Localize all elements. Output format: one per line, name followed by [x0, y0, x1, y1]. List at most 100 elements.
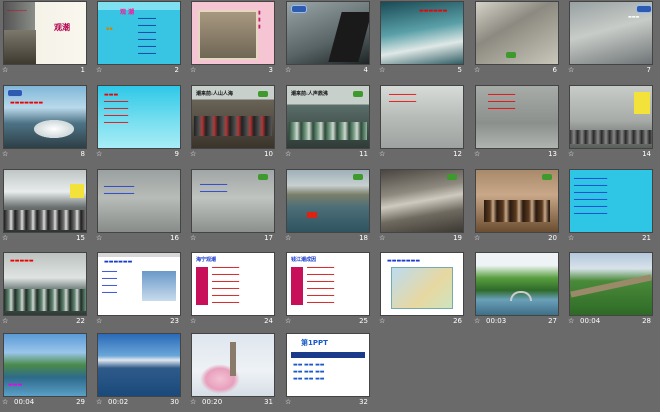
slide-preview — [286, 1, 370, 65]
slide-thumbnail-2[interactable]: 观 潮 ━━━━━━ ━━━━━━ ━━━━━━ ━━━━━━ ━━━━━━ ━━━━━━… — [94, 0, 182, 80]
slide-preview: ━━━━━━━━━━ ━━━━━━━━━━ — [97, 169, 181, 233]
slide-thumbnail-24[interactable]: 海宁观潮 ━━━━━━━━━ ━━━━━━━━━ ━━━━━━━━━ ━━━━━━━━… — [188, 251, 276, 331]
slide-thumbnail-26[interactable]: ▬▬▬▬▬▬▬ ☆ 26 — [377, 251, 465, 331]
slide-number: 16 — [170, 234, 179, 242]
slide-thumbnail-10[interactable]: 潮来前:人山人海 ☆ 10 — [188, 84, 276, 164]
slide-transition-icon: ☆ — [2, 317, 9, 325]
slide-thumbnail-7[interactable]: ▬▬▬ ☆ 7 — [566, 0, 654, 80]
slide-transition-icon: ☆ — [379, 234, 386, 242]
slide-number: 4 — [363, 66, 368, 74]
slide-thumbnail-28[interactable]: ☆ 00:04 28 — [566, 251, 654, 331]
slide-preview: ━━━━━━━━━ ━━━━━━━━━ — [191, 169, 275, 233]
slide-thumbnail-5[interactable]: ▬▬▬▬▬▬ ☆ 5 — [377, 0, 465, 80]
slide-transition-icon: ☆ — [285, 150, 292, 158]
slide-transition-icon: ☆ — [2, 150, 9, 158]
slide-preview: ▬▬▬▬▬▬ ━━━━━ ━━━━━ ━━━━━ ━━━━━ — [97, 252, 181, 316]
slide-transition-icon: ☆ — [379, 66, 386, 74]
slide-number: 1 — [80, 66, 85, 74]
slide-preview — [380, 169, 464, 233]
slide-preview: 观潮 ～～～～～ — [3, 1, 87, 65]
slide-number: 2 — [174, 66, 179, 74]
slide-transition-icon: ☆ — [2, 234, 9, 242]
slide-title: 第1PPT — [301, 339, 328, 347]
slide-transition-icon: ☆ — [379, 150, 386, 158]
slide-thumbnail-15[interactable]: ☆ 15 — [0, 168, 88, 248]
slide-thumbnail-25[interactable]: 钱江潮成因 ━━━━━━━━━ ━━━━━━━━━ ━━━━━━━━━ ━━━━━━━… — [283, 251, 371, 331]
slide-transition-icon: ☆ — [474, 150, 481, 158]
slide-preview — [97, 333, 181, 397]
slide-preview — [475, 169, 559, 233]
slide-preview: 钱江潮成因 ━━━━━━━━━ ━━━━━━━━━ ━━━━━━━━━ ━━━━━━━… — [286, 252, 370, 316]
slide-thumbnail-22[interactable]: ▬▬▬▬▬ ☆ 22 — [0, 251, 88, 331]
slide-transition-icon: ☆ — [474, 66, 481, 74]
slide-number: 27 — [548, 317, 557, 325]
slide-thumbnail-1[interactable]: 观潮 ～～～～～ ☆ 1 — [0, 0, 88, 80]
slide-transition-icon: ☆ — [2, 66, 9, 74]
slide-preview: ▬▬▬ ━━━━━━━━ ━━━━━━━━ ━━━━━━━━ ━━━━━━━━ — [97, 85, 181, 149]
slide-transition-icon: ☆ — [96, 398, 103, 406]
slide-transition-icon: ☆ — [190, 66, 197, 74]
slide-thumbnail-12[interactable]: ━━━━━━━━━ ━━━━━━━━━ ☆ 12 — [377, 84, 465, 164]
slide-transition-icon: ☆ — [2, 398, 9, 406]
slide-preview — [286, 169, 370, 233]
slide-transition-icon: ☆ — [190, 150, 197, 158]
slide-preview: ━━━━━━━━━ ━━━━━━━━━ ━━━━━━━━━ — [475, 85, 559, 149]
slide-number: 3 — [268, 66, 273, 74]
slide-transition-icon: ☆ — [568, 66, 575, 74]
slide-transition-icon: ☆ — [379, 317, 386, 325]
slide-preview — [475, 252, 559, 316]
slide-thumbnail-3[interactable]: ▮ ▮ ▮ ☆ 3 — [188, 0, 276, 80]
slide-number: 25 — [359, 317, 368, 325]
slide-preview: ▬▬▬▬▬▬ — [380, 1, 464, 65]
slide-preview: ━━━━━━━━━━━ ━━━━━━━━━━━ ━━━━━━━━━━━ ━━━━━━━… — [569, 169, 653, 233]
slide-number: 11 — [359, 150, 368, 158]
slide-thumbnail-29[interactable]: ▬▬▬ ☆ 00:04 29 — [0, 332, 88, 412]
slide-number: 9 — [174, 150, 179, 158]
slide-thumbnail-27[interactable]: ☆ 00:03 27 — [472, 251, 560, 331]
slide-number: 29 — [76, 398, 85, 406]
slide-thumbnail-19[interactable]: ☆ 19 — [377, 168, 465, 248]
slide-title: 潮来前:人声鼎沸 — [291, 91, 328, 97]
slide-preview: ▬▬▬ — [3, 333, 87, 397]
slide-number: 5 — [457, 66, 462, 74]
slide-thumbnail-14[interactable]: ☆ 14 — [566, 84, 654, 164]
slide-preview — [569, 85, 653, 149]
slide-transition-icon: ☆ — [190, 317, 197, 325]
slide-thumbnail-20[interactable]: ☆ 20 — [472, 168, 560, 248]
slide-preview: ▬▬▬▬▬ — [3, 252, 87, 316]
slide-number: 7 — [646, 66, 651, 74]
slide-preview: 潮来前:人山人海 — [191, 85, 275, 149]
slide-preview: 观 潮 ━━━━━━ ━━━━━━ ━━━━━━ ━━━━━━ ━━━━━━ ━━━━━━… — [97, 1, 181, 65]
slide-title: 潮来前:人山人海 — [196, 91, 233, 97]
slide-transition-icon: ☆ — [96, 66, 103, 74]
slide-thumbnail-30[interactable]: ☆ 00:02 30 — [94, 332, 182, 412]
slide-thumbnail-9[interactable]: ▬▬▬ ━━━━━━━━ ━━━━━━━━ ━━━━━━━━ ━━━━━━━━ ☆ 9 — [94, 84, 182, 164]
slide-thumbnail-18[interactable]: ☆ 18 — [283, 168, 371, 248]
slide-thumbnail-16[interactable]: ━━━━━━━━━━ ━━━━━━━━━━ ☆ 16 — [94, 168, 182, 248]
slide-thumbnail-21[interactable]: ━━━━━━━━━━━ ━━━━━━━━━━━ ━━━━━━━━━━━ ━━━━━━━… — [566, 168, 654, 248]
slide-thumbnail-11[interactable]: 潮来前:人声鼎沸 ☆ 11 — [283, 84, 371, 164]
slide-number: 23 — [170, 317, 179, 325]
slide-transition-icon: ☆ — [568, 150, 575, 158]
slide-thumbnail-8[interactable]: ▬▬▬▬▬▬▬ ☆ 8 — [0, 84, 88, 164]
slide-transition-icon: ☆ — [96, 150, 103, 158]
slide-thumbnail-17[interactable]: ━━━━━━━━━ ━━━━━━━━━ ☆ 17 — [188, 168, 276, 248]
slide-preview: ▮ ▮ ▮ — [191, 1, 275, 65]
slide-number: 17 — [264, 234, 273, 242]
slide-number: 24 — [264, 317, 273, 325]
slide-preview: 海宁观潮 ━━━━━━━━━ ━━━━━━━━━ ━━━━━━━━━ ━━━━━━━━… — [191, 252, 275, 316]
slide-number: 22 — [76, 317, 85, 325]
slide-thumbnail-31[interactable]: ☆ 00:20 31 — [188, 332, 276, 412]
slide-thumbnail-32[interactable]: 第1PPT ▬▬ ▬▬ ▬▬ ▬▬ ▬▬ ▬▬ ▬▬ ▬▬ ▬▬ ☆ 32 — [283, 332, 371, 412]
slide-number: 21 — [642, 234, 651, 242]
slide-timing: 00:03 — [486, 317, 507, 325]
slide-sorter-grid: 观潮 ～～～～～ ☆ 1 观 潮 ━━━━━━ ━━━━━━ ━━━━━━ ━━━━━━… — [0, 0, 660, 411]
slide-number: 18 — [359, 234, 368, 242]
slide-number: 26 — [453, 317, 462, 325]
slide-timing: 00:02 — [108, 398, 129, 406]
slide-thumbnail-4[interactable]: ☆ 4 — [283, 0, 371, 80]
slide-thumbnail-23[interactable]: ▬▬▬▬▬▬ ━━━━━ ━━━━━ ━━━━━ ━━━━━ ☆ 23 — [94, 251, 182, 331]
slide-title: 观潮 — [54, 22, 70, 32]
slide-thumbnail-6[interactable]: ☆ 6 — [472, 0, 560, 80]
slide-thumbnail-13[interactable]: ━━━━━━━━━ ━━━━━━━━━ ━━━━━━━━━ ☆ 13 — [472, 84, 560, 164]
